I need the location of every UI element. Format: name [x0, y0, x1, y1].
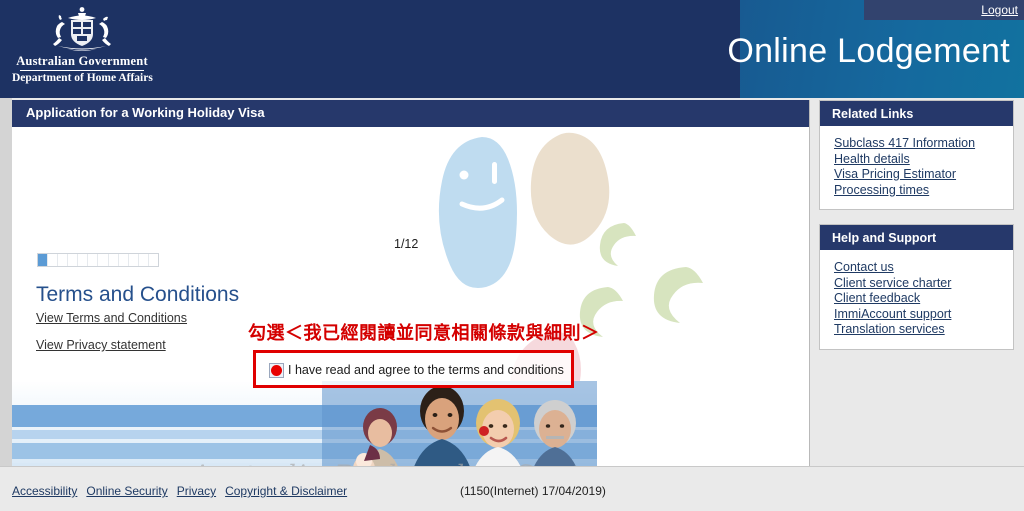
page-indicator: 1/12 — [394, 237, 419, 251]
photo-banner — [12, 381, 597, 466]
progress-step — [129, 254, 139, 266]
agree-highlight-box: I have read and agree to the terms and c… — [253, 350, 574, 388]
progress-bar — [37, 253, 159, 267]
sidebar-link-subclass-417[interactable]: Subclass 417 Information — [834, 136, 1013, 152]
progress-step — [58, 254, 69, 266]
sidebar-link-health-details[interactable]: Health details — [834, 152, 1013, 168]
page-root: Logout Australian Government Department … — [0, 0, 1024, 511]
footer-link-copyright-disclaimer[interactable]: Copyright & Disclaimer — [225, 484, 347, 498]
site-banner: Logout Australian Government Department … — [0, 0, 1024, 98]
footer-link-privacy[interactable]: Privacy — [177, 484, 216, 498]
sidebar-link-translation-services[interactable]: Translation services — [834, 322, 1013, 338]
government-name: Australian Government — [16, 54, 148, 68]
annotation-checkbox-note: 勾選＜我已經閱讀並同意相關條款與細則＞ — [248, 323, 600, 344]
progress-step — [78, 254, 89, 266]
help-support-panel: Help and Support Contact us Client servi… — [819, 224, 1014, 350]
logout-link[interactable]: Logout — [981, 3, 1018, 17]
agree-label: I have read and agree to the terms and c… — [288, 363, 564, 377]
help-support-heading: Help and Support — [820, 225, 1013, 250]
department-name: Department of Home Affairs — [12, 72, 153, 84]
sidebar-link-processing-times[interactable]: Processing times — [834, 183, 1013, 199]
content-title-text: Application for a Working Holiday Visa — [26, 105, 265, 120]
left-gutter — [0, 98, 12, 466]
crest-divider — [20, 70, 144, 71]
progress-step — [139, 254, 149, 266]
progress-step — [149, 254, 158, 266]
application-title: Online Lodgement — [727, 32, 1010, 70]
sidebar-link-client-service-charter[interactable]: Client service charter — [834, 276, 1013, 292]
progress-step — [98, 254, 109, 266]
sidebar-link-immiaccount-support[interactable]: ImmiAccount support — [834, 307, 1013, 323]
progress-step — [109, 254, 119, 266]
footer-link-accessibility[interactable]: Accessibility — [12, 484, 77, 498]
sidebar-link-visa-pricing-estimator[interactable]: Visa Pricing Estimator — [834, 167, 1013, 183]
progress-step — [88, 254, 99, 266]
section-heading: Terms and Conditions — [36, 283, 240, 306]
related-links-list: Subclass 417 Information Health details … — [820, 126, 1013, 209]
sidebar: Related Links Subclass 417 Information H… — [819, 100, 1014, 364]
progress-step — [68, 254, 79, 266]
view-privacy-link[interactable]: View Privacy statement — [36, 338, 166, 352]
progress-step — [48, 254, 59, 266]
australian-coat-of-arms-icon — [53, 7, 111, 51]
related-links-panel: Related Links Subclass 417 Information H… — [819, 100, 1014, 210]
content-title-bar: Application for a Working Holiday Visa — [12, 100, 809, 127]
agree-checkbox[interactable] — [269, 363, 284, 378]
footer-links: Accessibility Online Security Privacy Co… — [12, 484, 347, 498]
family-photo-banner-image — [12, 381, 597, 466]
government-crest: Australian Government Department of Home… — [12, 4, 153, 92]
view-terms-link[interactable]: View Terms and Conditions — [36, 311, 187, 325]
page-footer: Accessibility Online Security Privacy Co… — [0, 466, 1024, 511]
help-support-list: Contact us Client service charter Client… — [820, 250, 1013, 349]
related-links-heading: Related Links — [820, 101, 1013, 126]
progress-step — [119, 254, 129, 266]
progress-step — [38, 254, 49, 266]
main-content-panel: Application for a Working Holiday Visa 1… — [12, 100, 810, 466]
sidebar-link-contact-us[interactable]: Contact us — [834, 260, 1013, 276]
sidebar-link-client-feedback[interactable]: Client feedback — [834, 291, 1013, 307]
footer-build-info: (1150(Internet) 17/04/2019) — [460, 484, 606, 498]
footer-link-online-security[interactable]: Online Security — [86, 484, 167, 498]
